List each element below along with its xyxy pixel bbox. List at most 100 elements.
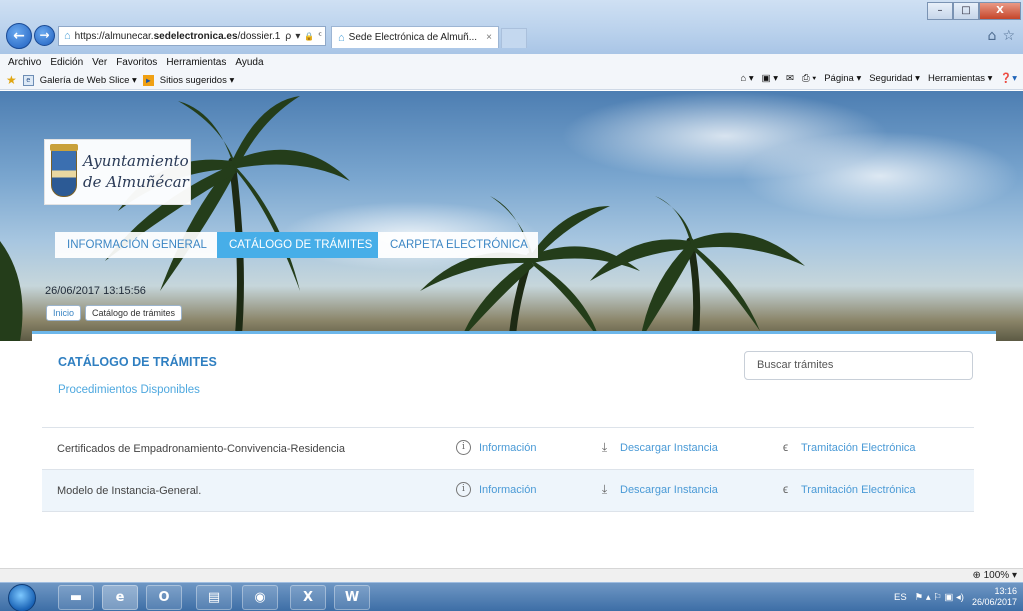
- coat-of-arms-icon: [50, 144, 78, 197]
- info-icon: i: [456, 440, 471, 455]
- procedures-list: Certificados de Empadronamiento-Conviven…: [42, 427, 974, 512]
- taskbar-folder-icon[interactable]: ▤: [196, 585, 232, 610]
- palm-trees-image: [0, 96, 805, 341]
- home-icon[interactable]: ⌂: [988, 28, 997, 44]
- info-label: Información: [479, 441, 537, 454]
- web-slice-gallery-link[interactable]: Galería de Web Slice ▾: [40, 75, 137, 86]
- ie-icon: ϵ: [782, 440, 789, 454]
- nav-informacion-general[interactable]: INFORMACIÓN GENERAL: [55, 232, 217, 258]
- new-tab-button[interactable]: [501, 28, 527, 48]
- url-prefix: https://almunecar.: [74, 30, 154, 42]
- page-title: CATÁLOGO DE TRÁMITES: [58, 355, 217, 369]
- menu-archivo[interactable]: Archivo: [8, 57, 41, 68]
- taskbar-outlook-icon[interactable]: O: [146, 585, 182, 610]
- search-icon[interactable]: ρ: [285, 31, 291, 42]
- logo-line-1: Ayuntamiento: [83, 152, 189, 170]
- taskbar-app-generic[interactable]: ▬: [58, 585, 94, 610]
- web-page: Ayuntamiento de Almuñécar INFORMACIÓN GE…: [0, 91, 1023, 568]
- print-icon[interactable]: ⎙ ▾: [802, 73, 816, 84]
- lock-icon[interactable]: 🔒: [304, 32, 314, 41]
- search-input[interactable]: Buscar trámites: [744, 351, 973, 380]
- refresh-icon[interactable]: ᶜ: [318, 31, 322, 42]
- menu-bar: Archivo Edición Ver Favoritos Herramient…: [0, 54, 1023, 70]
- toolbar-icons: ⌂ ☆: [988, 28, 1015, 44]
- close-button[interactable]: X: [979, 2, 1021, 20]
- start-button[interactable]: [8, 584, 36, 611]
- menu-favoritos[interactable]: Favoritos: [116, 57, 157, 68]
- electronic-processing-link[interactable]: ϵ Tramitación Electrónica: [778, 482, 916, 497]
- download-link[interactable]: ⤓ Descargar Instancia: [597, 482, 718, 497]
- taskbar-word-icon[interactable]: W: [334, 585, 370, 610]
- zoom-level: 100%: [983, 570, 1010, 581]
- language-indicator[interactable]: ES: [894, 592, 907, 603]
- info-icon: i: [456, 482, 471, 497]
- taskbar-chrome-icon[interactable]: ◉: [242, 585, 278, 610]
- info-link[interactable]: i Información: [456, 440, 536, 455]
- page-subtitle: Procedimientos Disponibles: [58, 384, 200, 396]
- table-row: Modelo de Instancia-General. i Informaci…: [42, 470, 974, 512]
- current-datetime: 26/06/2017 13:15:56: [45, 285, 146, 297]
- info-link[interactable]: i Información: [456, 482, 536, 497]
- menu-ver[interactable]: Ver: [92, 57, 107, 68]
- ayuntamiento-logo[interactable]: Ayuntamiento de Almuñécar: [44, 139, 191, 205]
- web-slice-icon: e: [22, 74, 34, 86]
- download-label: Descargar Instancia: [620, 483, 718, 496]
- procedure-name[interactable]: Certificados de Empadronamiento-Conviven…: [57, 443, 345, 455]
- download-link[interactable]: ⤓ Descargar Instancia: [597, 440, 718, 455]
- tab-sede-electronica[interactable]: ⌂ Sede Electrónica de Almuñ... ×: [331, 26, 499, 48]
- ie-icon: ϵ: [782, 482, 789, 496]
- taskbar: ▬ e O ▤ ◉ X W ES ⚑ ▴ ⚐ ▣ ◂) 13:16 26/06/…: [0, 582, 1023, 611]
- download-label: Descargar Instancia: [620, 441, 718, 454]
- clock-time: 13:16: [994, 586, 1017, 596]
- electronic-label: Tramitación Electrónica: [801, 483, 916, 496]
- security-menu[interactable]: Seguridad ▾: [869, 73, 920, 84]
- maximize-button[interactable]: □: [953, 2, 979, 20]
- nav-carpeta-electronica[interactable]: CARPETA ELECTRÓNICA: [378, 232, 538, 258]
- logo-line-2: de Almuñécar: [83, 173, 189, 191]
- url-path: /dossier.1: [237, 30, 281, 42]
- tab-close-icon[interactable]: ×: [486, 32, 492, 43]
- download-icon: ⤓: [601, 482, 608, 496]
- nav-catalogo-tramites[interactable]: CATÁLOGO DE TRÁMITES: [217, 232, 378, 258]
- taskbar-excel-icon[interactable]: X: [290, 585, 326, 610]
- url-domain: sedelectronica.es: [153, 30, 238, 42]
- tab-favicon-icon: ⌂: [338, 31, 345, 44]
- download-icon: ⤓: [601, 440, 608, 454]
- back-button[interactable]: ←: [6, 23, 32, 49]
- home-dropdown-icon[interactable]: ⌂ ▾: [740, 73, 753, 84]
- menu-herramientas[interactable]: Herramientas: [166, 57, 226, 68]
- taskbar-internet-explorer-icon[interactable]: e: [102, 585, 138, 610]
- zoom-control[interactable]: ⊕ 100% ▾: [972, 570, 1017, 581]
- status-bar: ⊕ 100% ▾: [0, 568, 1023, 582]
- tools-menu[interactable]: Herramientas ▾: [928, 73, 992, 84]
- address-controls: ρ ▾ 🔒 ᶜ: [285, 26, 322, 46]
- menu-edicion[interactable]: Edición: [50, 57, 83, 68]
- help-icon[interactable]: ❓▾: [1000, 73, 1017, 84]
- breadcrumb-inicio[interactable]: Inicio: [46, 305, 82, 321]
- page-menu[interactable]: Página ▾: [824, 73, 861, 84]
- favorites-star-icon[interactable]: ☆: [1002, 28, 1015, 44]
- tab-title: Sede Electrónica de Almuñ...: [348, 32, 478, 43]
- feeds-icon[interactable]: ▣ ▾: [762, 73, 778, 84]
- favorites-star-icon[interactable]: ★: [6, 73, 17, 87]
- forward-button[interactable]: →: [34, 25, 55, 46]
- main-navigation: INFORMACIÓN GENERAL CATÁLOGO DE TRÁMITES…: [55, 232, 538, 258]
- breadcrumb-catalogo[interactable]: Catálogo de trámites: [85, 305, 183, 321]
- info-label: Información: [479, 483, 537, 496]
- mail-icon[interactable]: ✉: [786, 73, 794, 84]
- hero-banner: Ayuntamiento de Almuñécar INFORMACIÓN GE…: [0, 91, 1023, 341]
- suggested-sites-link[interactable]: Sitios sugeridos ▾: [160, 75, 234, 86]
- suggested-sites-icon: ▸: [142, 74, 154, 86]
- system-tray: ES ⚑ ▴ ⚐ ▣ ◂) 13:16 26/06/2017: [894, 586, 1017, 608]
- minimize-button[interactable]: –: [927, 2, 953, 20]
- breadcrumb: Inicio Catálogo de trámites: [46, 305, 183, 321]
- notification-icons[interactable]: ⚑ ▴ ⚐ ▣ ◂): [915, 592, 964, 603]
- title-bar: ← → ⌂ https://almunecar. sedelectronica.e…: [0, 0, 1023, 54]
- browser-window: ← → ⌂ https://almunecar. sedelectronica.e…: [0, 0, 1023, 611]
- catalog-panel: CATÁLOGO DE TRÁMITES Procedimientos Disp…: [32, 331, 996, 568]
- clock[interactable]: 13:16 26/06/2017: [972, 586, 1017, 608]
- dropdown-arrow-icon[interactable]: ▾: [295, 31, 300, 42]
- procedure-name[interactable]: Modelo de Instancia-General.: [57, 485, 201, 497]
- menu-ayuda[interactable]: Ayuda: [235, 57, 263, 68]
- electronic-processing-link[interactable]: ϵ Tramitación Electrónica: [778, 440, 916, 455]
